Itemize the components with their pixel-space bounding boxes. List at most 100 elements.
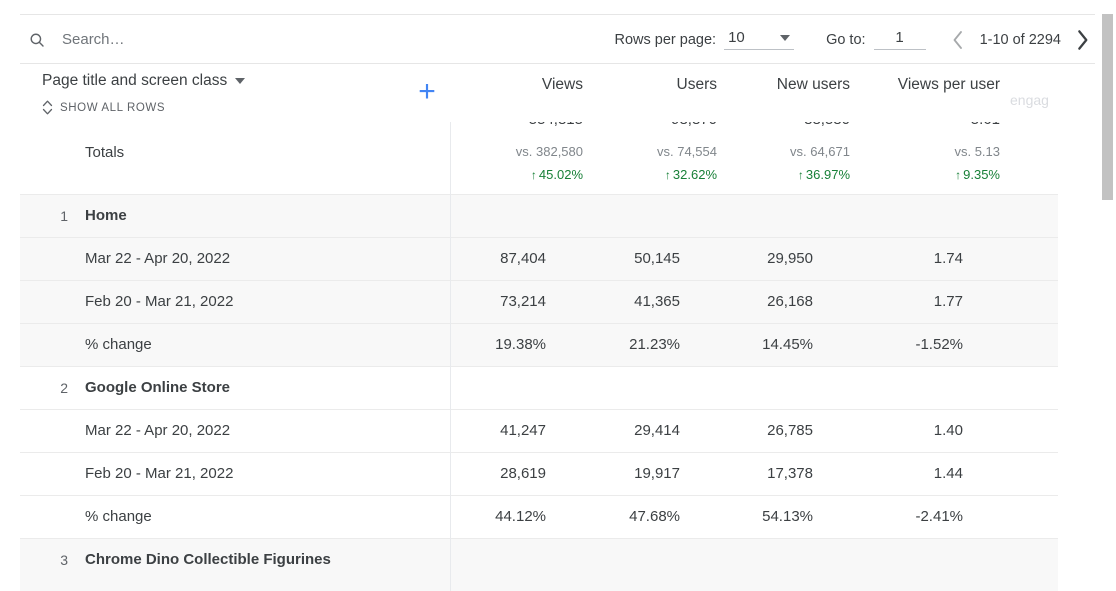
period-label: Mar 22 - Apr 20, 2022 [85, 250, 230, 267]
totals-primary-values-clipped: 554,815 98,870 88,580 5.61 [470, 122, 1095, 130]
row-index: 3 [50, 552, 68, 568]
cell-users: 29,414 [634, 422, 680, 439]
totals-users-clipped: 98,870 [671, 122, 717, 128]
cell-views: 73,214 [500, 293, 546, 310]
chevron-right-icon [1075, 29, 1089, 51]
arrow-up-icon: ↑ [665, 169, 671, 181]
totals-views-per-user-delta: ↑9.35% [955, 167, 1000, 182]
period-label: Feb 20 - Mar 21, 2022 [85, 293, 233, 310]
add-metric-button[interactable]: + [405, 70, 449, 114]
period-label: Feb 20 - Mar 21, 2022 [85, 465, 233, 482]
table-row: Mar 22 - Apr 20, 2022 41,247 29,414 26,7… [20, 409, 1058, 452]
cell-users: 19,917 [634, 465, 680, 482]
goto-page-input[interactable] [874, 29, 926, 50]
cell-users: 41,365 [634, 293, 680, 310]
cell-views: 44.12% [495, 508, 546, 525]
pagination-controls: Rows per page: 10 Go to: 1-10 of 2294 [615, 15, 1094, 64]
cell-users: 21.23% [629, 336, 680, 353]
dimension-title: Page title and screen class [42, 72, 227, 90]
column-header-engagement-partial: engag [1010, 92, 1072, 108]
cell-new-users: 26,168 [767, 293, 813, 310]
arrow-up-icon: ↑ [955, 169, 961, 181]
cell-views: 28,619 [500, 465, 546, 482]
search-input[interactable] [62, 31, 402, 48]
show-all-rows-label: SHOW ALL ROWS [60, 102, 165, 114]
period-label: Mar 22 - Apr 20, 2022 [85, 422, 230, 439]
cell-views-per-user: 1.74 [934, 250, 963, 267]
cell-users: 50,145 [634, 250, 680, 267]
rows-per-page-value: 10 [728, 29, 745, 46]
table-row: % change 44.12% 47.68% 54.13% -2.41% [20, 495, 1058, 538]
cell-views-per-user: 1.40 [934, 422, 963, 439]
previous-page-button[interactable] [948, 29, 970, 51]
next-page-button[interactable] [1071, 29, 1093, 51]
cell-new-users: 14.45% [762, 336, 813, 353]
chevron-left-icon [952, 30, 965, 50]
arrow-up-icon: ↑ [531, 169, 537, 181]
row-name[interactable]: Home [85, 207, 127, 224]
dimension-selector[interactable]: Page title and screen class [42, 72, 245, 90]
totals-new-users-delta: ↑36.97% [798, 167, 850, 182]
table-header-row: Page title and screen class SHOW ALL ROW… [20, 64, 1095, 122]
table-row: % change 19.38% 21.23% 14.45% -1.52% [20, 323, 1058, 366]
row-name[interactable]: Google Online Store [85, 379, 230, 396]
rows-per-page-select[interactable]: 10 [724, 29, 794, 50]
dimension-header: Page title and screen class SHOW ALL ROW… [20, 64, 450, 122]
column-header-views[interactable]: Views [542, 76, 583, 94]
goto-label: Go to: [826, 32, 866, 48]
totals-new-users-clipped: 88,580 [804, 122, 850, 128]
totals-row: 554,815 98,870 88,580 5.61 Totals vs. 38… [20, 122, 1095, 184]
column-header-new-users[interactable]: New users [777, 76, 850, 94]
table-row[interactable]: 3 Chrome Dino Collectible Figurines [20, 538, 1058, 591]
cell-views: 19.38% [495, 336, 546, 353]
chevron-down-icon [235, 78, 245, 84]
cell-views: 41,247 [500, 422, 546, 439]
cell-views-per-user: -2.41% [915, 508, 963, 525]
column-divider [450, 122, 451, 591]
chevron-down-icon [780, 35, 790, 41]
table-body: 554,815 98,870 88,580 5.61 Totals vs. 38… [20, 122, 1095, 591]
vertical-scrollbar-thumb[interactable] [1102, 14, 1113, 200]
search-icon [28, 31, 46, 49]
totals-label: Totals [85, 144, 124, 161]
cell-new-users: 29,950 [767, 250, 813, 267]
cell-views: 87,404 [500, 250, 546, 267]
row-index: 1 [50, 208, 68, 224]
cell-new-users: 54.13% [762, 508, 813, 525]
totals-users-delta: ↑32.62% [665, 167, 717, 182]
totals-views-per-user-comparison: vs. 5.13 [954, 144, 1000, 159]
cell-users: 47.68% [629, 508, 680, 525]
pagination-range: 1-10 of 2294 [980, 32, 1061, 48]
totals-views-per-user-clipped: 5.61 [971, 122, 1000, 128]
period-label: % change [85, 336, 152, 353]
table-row: Feb 20 - Mar 21, 2022 73,214 41,365 26,1… [20, 280, 1058, 323]
table-row: Feb 20 - Mar 21, 2022 28,619 19,917 17,3… [20, 452, 1058, 495]
column-header-views-per-user[interactable]: Views per user [898, 76, 1000, 94]
totals-users-comparison: vs. 74,554 [657, 144, 717, 159]
cell-views-per-user: 1.44 [934, 465, 963, 482]
sort-updown-icon [42, 100, 53, 115]
table-row: Mar 22 - Apr 20, 2022 87,404 50,145 29,9… [20, 237, 1058, 280]
row-index: 2 [50, 380, 68, 396]
totals-views-comparison: vs. 382,580 [516, 144, 583, 159]
table-row[interactable]: 2 Google Online Store [20, 366, 1058, 409]
table-toolbar: Rows per page: 10 Go to: 1-10 of 2294 [20, 14, 1095, 64]
cell-views-per-user: 1.77 [934, 293, 963, 310]
column-header-users[interactable]: Users [677, 76, 717, 94]
search-box[interactable] [20, 15, 450, 64]
period-label: % change [85, 508, 152, 525]
cell-new-users: 26,785 [767, 422, 813, 439]
table-row[interactable]: 1 Home [20, 194, 1058, 237]
metric-headers: Views Users New users Views per user [470, 64, 1095, 122]
totals-views-delta: ↑45.02% [531, 167, 583, 182]
show-all-rows-button[interactable]: SHOW ALL ROWS [42, 100, 165, 115]
row-name[interactable]: Chrome Dino Collectible Figurines [85, 551, 331, 568]
cell-views-per-user: -1.52% [915, 336, 963, 353]
plus-icon: + [418, 77, 436, 107]
totals-new-users-comparison: vs. 64,671 [790, 144, 850, 159]
totals-views-clipped: 554,815 [529, 122, 583, 128]
analytics-data-table: Rows per page: 10 Go to: 1-10 of 2294 [0, 0, 1116, 591]
rows-per-page-label: Rows per page: [615, 32, 717, 48]
cell-new-users: 17,378 [767, 465, 813, 482]
arrow-up-icon: ↑ [798, 169, 804, 181]
